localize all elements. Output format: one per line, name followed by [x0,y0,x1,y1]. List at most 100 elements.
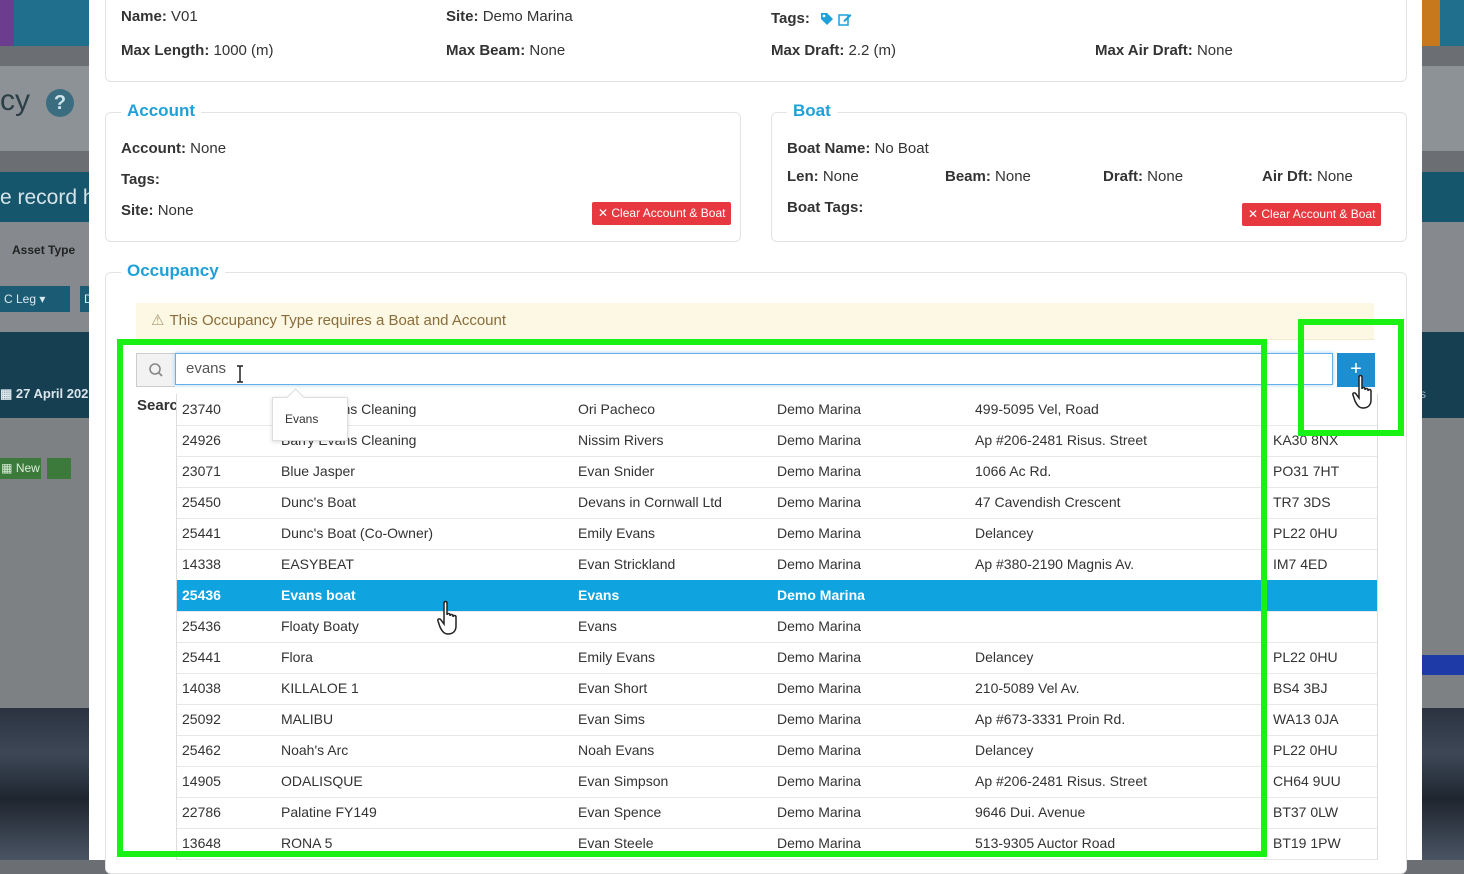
boat-name-field: Boat Name: No Boat [787,140,929,157]
result-owner: Evan Snider [578,463,655,479]
search-icon [136,353,175,387]
result-postcode: BT37 0LW [1273,804,1339,820]
leg-dropdown[interactable]: C Leg ▾ [0,286,70,312]
search-results-dropdown[interactable]: 23740 Barry Evans Cleaning Ori Pacheco Demo… [176,394,1378,860]
result-boat: Dunc's Boat (Co-Owner) [281,525,434,541]
result-id: 24926 [182,432,221,448]
result-owner: Evan Spence [578,804,662,820]
occupancy-warning: ⚠ This Occupancy Type requires a Boat and… [136,303,1374,340]
add-button[interactable]: + [1337,353,1375,387]
tag-icon[interactable] [820,12,834,26]
record-text: e record h [0,186,95,209]
result-row[interactable]: 25441 Flora Emily Evans Demo Marina Delancey… [177,642,1377,674]
result-row[interactable]: 24926 Barry Evans Cleaning Nissim Rivers De… [177,425,1377,457]
berth-info-panel [105,0,1407,82]
result-id: 25441 [182,525,221,541]
result-id: 14038 [182,680,221,696]
result-boat: EASYBEAT [281,556,354,572]
result-boat: Evans boat [281,587,356,603]
boat-beam-field: Beam: None [945,168,1031,185]
result-site: Demo Marina [777,804,862,820]
tags-field: Tags: [771,10,852,28]
result-row[interactable]: 22786 Palatine FY149 Evan Spence Demo Marin… [177,797,1377,829]
result-row[interactable]: 25092 MALIBU Evan Sims Demo Marina Ap #673-3… [177,704,1377,736]
help-icon[interactable]: ? [46,89,74,117]
result-row[interactable]: 25450 Dunc's Boat Devans in Cornwall Ltd De… [177,487,1377,519]
result-id: 25450 [182,494,221,510]
account-site-field: Site: None [121,202,194,219]
edit-icon[interactable] [838,12,852,26]
result-row[interactable]: 25436 Evans boat Evans Demo Marina [177,580,1377,612]
result-site: Demo Marina [777,525,862,541]
export-button[interactable] [47,458,71,479]
result-id: 14905 [182,773,221,789]
result-address: 47 Cavendish Crescent [975,494,1121,510]
result-address: 9646 Dui. Avenue [975,804,1086,820]
boat-search-input[interactable] [175,353,1333,385]
result-row[interactable]: 14338 EASYBEAT Evan Strickland Demo Marina A… [177,549,1377,581]
result-site: Demo Marina [777,649,862,665]
result-postcode: PL22 0HU [1273,742,1338,758]
result-id: 23740 [182,401,221,417]
result-site: Demo Marina [777,711,862,727]
result-postcode: PL22 0HU [1273,525,1338,541]
result-site: Demo Marina [777,680,862,696]
result-site: Demo Marina [777,618,862,634]
result-site: Demo Marina [777,773,862,789]
result-owner: Noah Evans [578,742,655,758]
result-row[interactable]: 13648 RONA 5 Evan Steele Demo Marina 513-930… [177,828,1377,860]
clear-account-boat-button[interactable]: ✕ Clear Account & Boat [592,202,732,225]
result-address: Ap #380-2190 Magnis Av. [975,556,1135,572]
result-row[interactable]: 23071 Blue Jasper Evan Snider Demo Marina 10… [177,456,1377,488]
result-boat: Blue Jasper [281,463,355,479]
result-row[interactable]: 25441 Dunc's Boat (Co-Owner) Emily Evans De… [177,518,1377,550]
result-id: 25462 [182,742,221,758]
result-postcode: TR7 3DS [1273,494,1331,510]
occupancy-legend: Occupancy [121,261,225,281]
result-owner: Evan Strickland [578,556,676,572]
account-field: Account: None [121,140,227,157]
result-owner: Emily Evans [578,649,656,665]
autocomplete-tooltip: Evans [272,397,348,441]
result-address: Ap #673-3331 Proin Rd. [975,711,1126,727]
result-row[interactable]: 14038 KILLALOE 1 Evan Short Demo Marina 210-… [177,673,1377,705]
result-id: 23071 [182,463,221,479]
result-owner: Emily Evans [578,525,656,541]
new-button[interactable]: ▦ New [0,458,41,479]
result-address: Ap #206-2481 Risus. Street [975,432,1147,448]
result-postcode: IM7 4ED [1273,556,1328,572]
result-row[interactable]: 23740 Barry Evans Cleaning Ori Pacheco Demo… [177,394,1377,426]
result-site: Demo Marina [777,835,862,851]
result-postcode: WA13 0JA [1273,711,1339,727]
result-site: Demo Marina [777,742,862,758]
account-tags-field: Tags: [121,171,160,188]
result-postcode: CH64 9UU [1273,773,1341,789]
result-id: 13648 [182,835,221,851]
result-owner: Nissim Rivers [578,432,664,448]
result-owner: Evan Simpson [578,773,669,789]
result-boat: ODALISQUE [281,773,363,789]
name-field: Name: V01 [121,8,198,25]
result-id: 25092 [182,711,221,727]
result-row[interactable]: 25436 Floaty Boaty Evans Demo Marina [177,611,1377,643]
boat-legend: Boat [787,101,837,121]
result-postcode: BS4 3BJ [1273,680,1328,696]
result-row[interactable]: 25462 Noah's Arc Noah Evans Demo Marina Dela… [177,735,1377,767]
result-boat: Dunc's Boat [281,494,357,510]
result-boat: Noah's Arc [281,742,349,758]
result-owner: Evans [578,587,620,603]
result-owner: Ori Pacheco [578,401,656,417]
result-address: 513-9305 Auctor Road [975,835,1116,851]
result-boat: KILLALOE 1 [281,680,359,696]
result-owner: Evan Sims [578,711,645,727]
result-owner: Devans in Cornwall Ltd [578,494,722,510]
result-row[interactable]: 14905 ODALISQUE Evan Simpson Demo Marina Ap … [177,766,1377,798]
clear-account-boat-button-2[interactable]: ✕ Clear Account & Boat [1242,203,1382,226]
boat-len-field: Len: None [787,168,859,185]
page-title-fragment: cy [0,84,30,117]
result-boat: Flora [281,649,313,665]
result-postcode: PL22 0HU [1273,649,1338,665]
result-id: 25436 [182,618,221,634]
result-owner: Evans [578,618,617,634]
result-site: Demo Marina [777,432,862,448]
